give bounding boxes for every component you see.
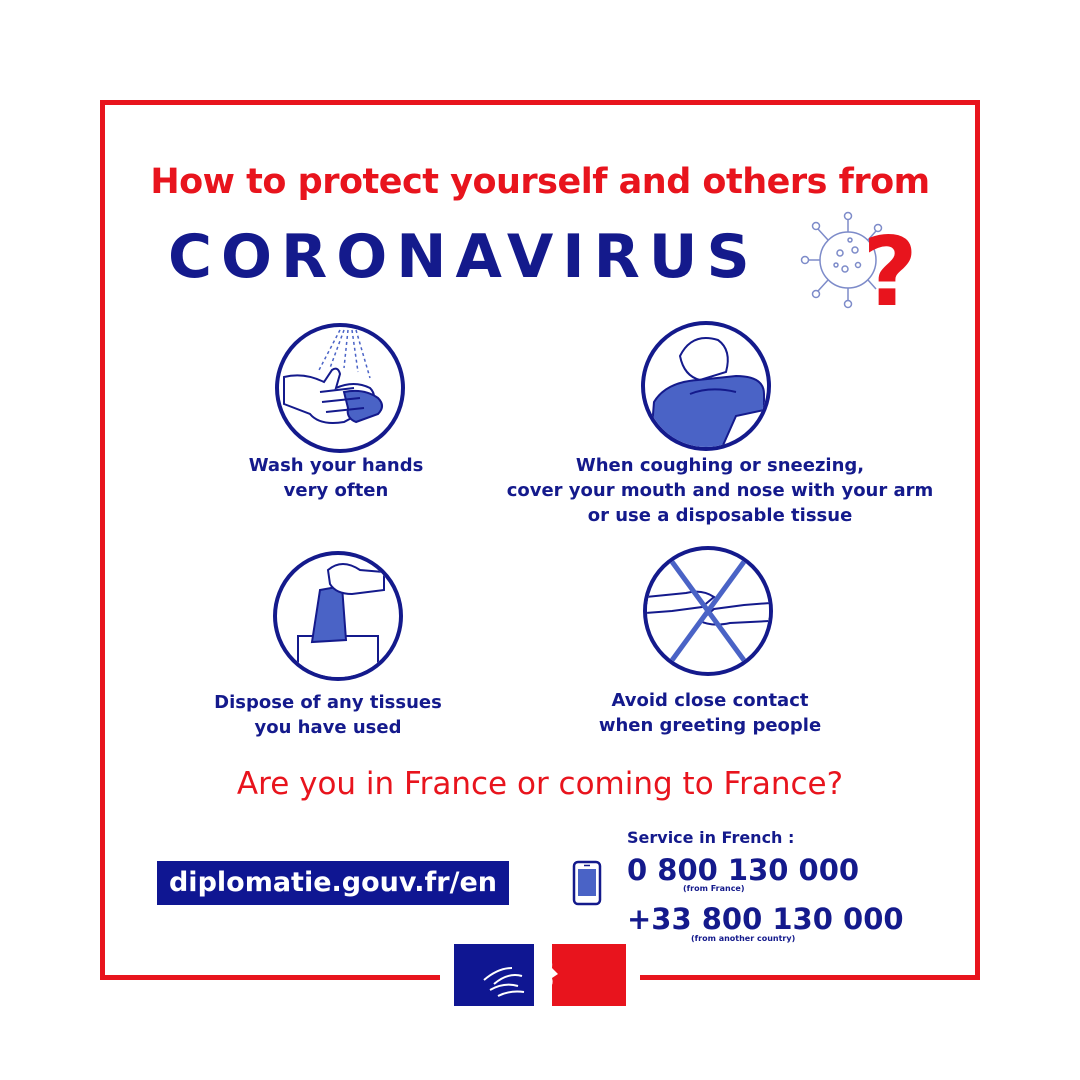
virus-question-icon: ? xyxy=(800,211,918,315)
website-link[interactable]: diplomatie.gouv.fr/en xyxy=(157,861,509,905)
no-handshake-icon xyxy=(643,546,773,676)
tissue-disposal-icon xyxy=(273,551,403,681)
service-label: Service in French : xyxy=(627,828,795,847)
handwashing-icon xyxy=(275,323,405,453)
tip-caption-wash: Wash your hands very often xyxy=(248,455,424,501)
svg-text:?: ? xyxy=(862,218,917,315)
disease-name: CORONAVIRUS xyxy=(168,222,759,292)
tip-caption-dispose: Dispose of any tissues you have used xyxy=(214,692,442,738)
phone-icon xyxy=(572,860,602,906)
phone-number-abroad: +33 800 130 000 xyxy=(627,902,904,936)
tip-caption-contact: Avoid close contact when greeting people xyxy=(598,690,822,736)
marianne-logo xyxy=(454,944,626,1006)
cough-into-elbow-icon xyxy=(641,321,771,451)
phone-note-abroad: (from another country) xyxy=(691,934,796,943)
france-question: Are you in France or coming to France? xyxy=(236,766,844,802)
phone-note-france: (from France) xyxy=(683,884,745,893)
poster-title: How to protect yourself and others from xyxy=(150,162,930,202)
phone-number-france: 0 800 130 000 xyxy=(627,853,860,887)
tip-caption-cough: When coughing or sneezing, cover your mou… xyxy=(506,455,934,526)
